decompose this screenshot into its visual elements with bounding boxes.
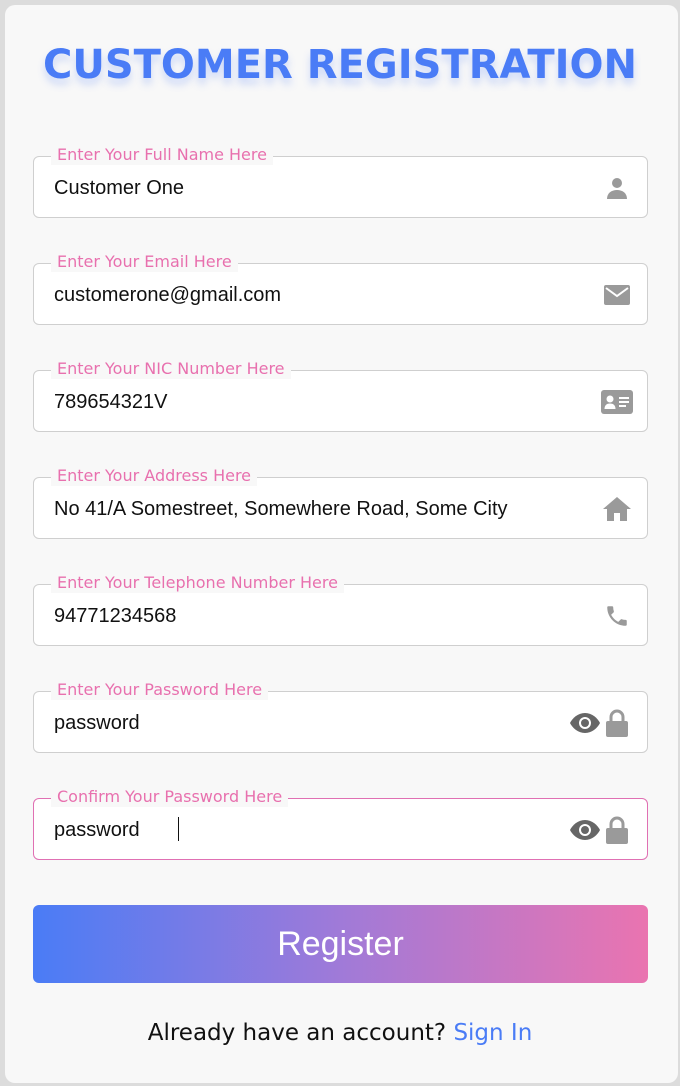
nic-label: Enter Your NIC Number Here [51,359,291,379]
telephone-field[interactable]: Enter Your Telephone Number Here [33,573,648,646]
telephone-input[interactable] [54,601,534,631]
lock-icon [601,707,633,739]
address-field[interactable]: Enter Your Address Here [33,466,648,539]
full-name-field[interactable]: Enter Your Full Name Here [33,145,648,218]
email-field[interactable]: Enter Your Email Here [33,252,648,325]
register-button[interactable]: Register [33,905,648,983]
phone-icon [601,600,633,632]
nic-input[interactable] [54,387,534,417]
lock-icon [601,814,633,846]
text-caret [178,817,179,841]
page-title: CUSTOMER REGISTRATION [42,42,638,88]
password-input[interactable] [54,708,534,738]
signin-link[interactable]: Sign In [453,1020,532,1046]
user-icon [601,172,633,204]
envelope-icon [601,279,633,311]
password-field[interactable]: Enter Your Password Here [33,680,648,753]
confirm-password-input[interactable] [54,815,534,845]
address-label: Enter Your Address Here [51,466,258,486]
address-input[interactable] [54,494,534,524]
email-label: Enter Your Email Here [51,252,238,272]
full-name-label: Enter Your Full Name Here [51,145,273,165]
signin-row: Already have an account? Sign In [0,1020,680,1046]
telephone-label: Enter Your Telephone Number Here [51,573,344,593]
signin-prompt: Already have an account? [147,1020,447,1046]
confirm-password-label: Confirm Your Password Here [51,787,289,807]
confirm-password-field[interactable]: Confirm Your Password Here [33,787,648,860]
email-input[interactable] [54,280,534,310]
eye-icon[interactable] [569,814,601,846]
id-card-icon [601,386,633,418]
home-icon [601,493,633,525]
eye-icon[interactable] [569,707,601,739]
full-name-input[interactable] [54,173,534,203]
nic-field[interactable]: Enter Your NIC Number Here [33,359,648,432]
password-label: Enter Your Password Here [51,680,269,700]
